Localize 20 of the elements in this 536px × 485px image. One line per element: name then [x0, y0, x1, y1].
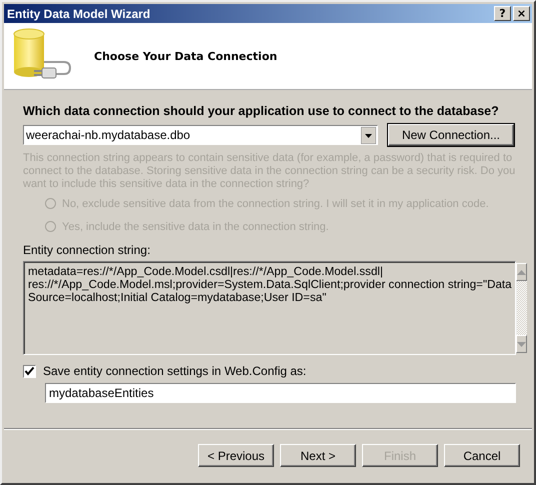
up-arrow-icon — [516, 270, 526, 274]
checkbox[interactable] — [23, 364, 36, 378]
entity-string-label: Entity connection string: — [23, 243, 152, 257]
question-label: Which data connection should your application use to connect to the database? — [23, 104, 500, 118]
scroll-down-button[interactable] — [516, 335, 527, 353]
dropdown-arrow-icon — [361, 126, 376, 144]
window-title: Entity Data Model Wizard — [7, 6, 150, 20]
connection-dropdown[interactable]: weerachai-nb.mydatabase.dbo — [23, 125, 378, 145]
wizard-button[interactable]: < Previous — [198, 444, 274, 467]
checkbox-label: Save entity connection settings in Web.Config as: — [43, 364, 306, 378]
new-connection-button[interactable]: New Connection... — [388, 124, 514, 146]
connection-string-text[interactable]: metadata=res://*/App_Code.Model.csdl|res://*/App_Code.Model.ssdl| res://*/App_Code.Model.msl;provider=System.Data.SqlClient;provider connection string="Data Source=localhost;Initial Catalog=mydatabase;User ID=sa" — [24, 262, 516, 354]
wizard-button[interactable]: Next > — [280, 444, 356, 467]
wizard-button[interactable]: Cancel — [444, 444, 520, 467]
down-arrow-icon — [516, 342, 526, 346]
page-title: Choose Your Data Connection — [94, 50, 278, 62]
close-button[interactable]: × — [513, 6, 530, 21]
scroll-up-button[interactable] — [516, 263, 527, 281]
help-button[interactable]: ? — [494, 6, 511, 21]
entity-name-field[interactable]: mydatabaseEntities — [45, 383, 516, 403]
